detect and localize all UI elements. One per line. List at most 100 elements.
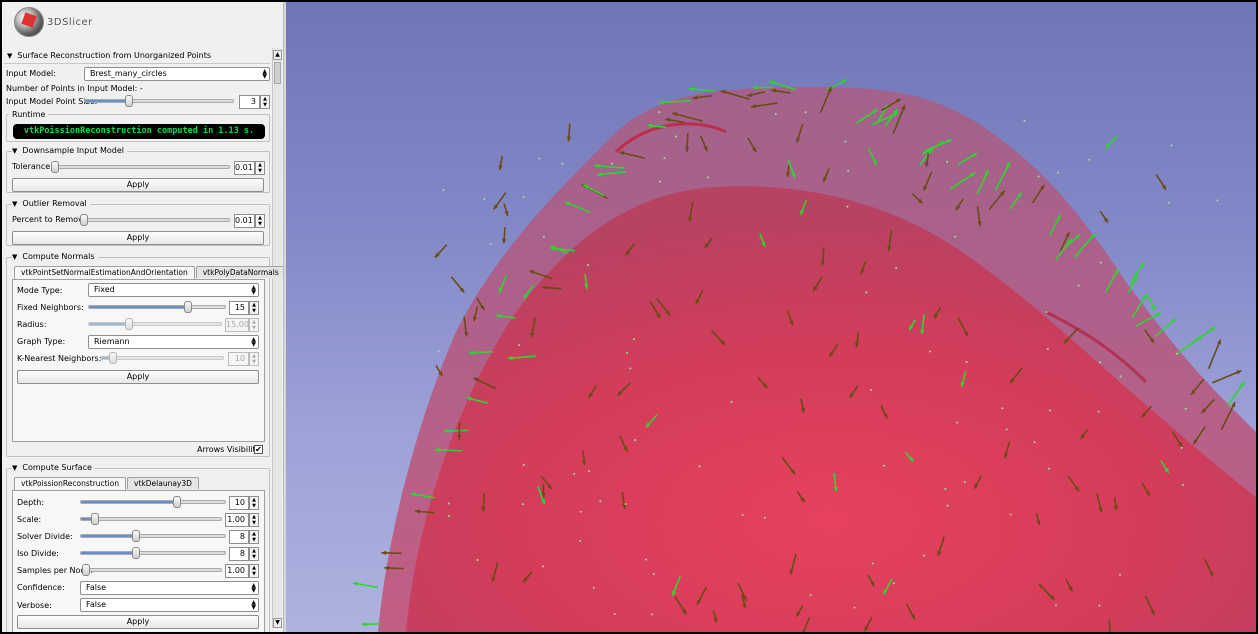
point-cloud-dot <box>741 513 744 516</box>
point-cloud-dot <box>542 235 545 238</box>
outlier-header[interactable]: ▼ Outlier Removal <box>12 199 90 208</box>
fixed-neighbors-label: Fixed Neighbors: <box>17 303 84 312</box>
num-points-label: Number of Points in Input Model: - <box>6 84 143 93</box>
runtime-display: vtkPoissionReconstruction computed in 1.… <box>13 124 265 139</box>
spin-arrows-icon[interactable]: ▲ ▼ <box>249 352 259 366</box>
3d-scene[interactable] <box>286 2 1256 632</box>
normals-apply-button[interactable]: Apply <box>17 370 259 384</box>
iso-divide-spinbox[interactable]: 8 <box>229 547 249 561</box>
input-model-value: Brest_many_circles <box>90 69 167 78</box>
tab-delaunay3d[interactable]: vtkDelaunay3D <box>127 477 199 489</box>
confidence-combobox[interactable]: False ▲ ▼ <box>80 581 259 595</box>
point-cloud-dot <box>634 438 637 441</box>
scroll-down-arrow-icon[interactable]: ▼ <box>273 618 282 628</box>
spin-arrows-icon[interactable]: ▲ ▼ <box>249 564 259 578</box>
spin-arrows-icon[interactable]: ▲ ▼ <box>260 95 270 109</box>
knn-spinbox[interactable]: 10 <box>228 352 249 366</box>
slider-handle[interactable] <box>173 496 182 508</box>
solver-divide-slider[interactable] <box>80 530 226 542</box>
knn-slider[interactable] <box>100 352 224 364</box>
normal-arrow <box>1211 369 1242 384</box>
point-cloud-dot <box>1098 604 1101 607</box>
slider-handle[interactable] <box>131 547 140 559</box>
downsample-title: Downsample Input Model <box>22 146 124 155</box>
point-cloud-dot <box>809 594 812 597</box>
spin-arrows-icon[interactable]: ▲ ▼ <box>249 547 259 561</box>
point-cloud-dot <box>1045 310 1048 313</box>
spin-arrows-icon[interactable]: ▲ ▼ <box>249 496 259 510</box>
slider-handle[interactable] <box>50 161 59 173</box>
vertical-scrollbar[interactable]: ▲ ▼ <box>272 48 282 628</box>
percent-remove-spinbox[interactable]: 0.01 <box>234 214 255 228</box>
point-cloud-dot <box>804 111 807 114</box>
slider-handle[interactable] <box>124 318 133 330</box>
graph-type-value: Riemann <box>94 337 130 346</box>
tab-poly-data-normals[interactable]: vtkPolyDataNormals <box>195 266 283 278</box>
module-scroll-area[interactable]: ▲ ▼ ▼ Surface Reconstruction from Unorga… <box>2 48 283 632</box>
point-cloud-dot <box>869 388 872 391</box>
surface-header[interactable]: ▼ Compute Surface <box>12 463 95 472</box>
normals-header[interactable]: ▼ Compute Normals <box>12 252 98 261</box>
point-cloud-dot <box>1099 261 1102 264</box>
slider-handle[interactable] <box>81 564 90 576</box>
downsample-header[interactable]: ▼ Downsample Input Model <box>12 146 127 155</box>
module-collapsible-header[interactable]: ▼ Surface Reconstruction from Unorganize… <box>7 51 211 60</box>
slider-handle[interactable] <box>184 301 193 313</box>
iso-divide-slider[interactable] <box>80 547 226 559</box>
scale-slider[interactable] <box>80 513 222 525</box>
solver-divide-label: Solver Divide: <box>17 532 73 541</box>
tolerance-slider[interactable] <box>50 161 230 173</box>
depth-slider[interactable] <box>80 496 226 508</box>
samples-per-node-spinbox[interactable]: 1.00 <box>225 564 249 578</box>
module-panel: 3DSlicer ▲ ▼ ▼ Surface Reconstruction fr… <box>2 2 284 632</box>
collapse-triangle-icon: ▼ <box>12 463 18 472</box>
radius-slider[interactable] <box>88 318 222 330</box>
normal-arrow-head <box>768 80 774 85</box>
slider-handle[interactable] <box>80 214 89 226</box>
spin-arrows-icon[interactable]: ▲ ▼ <box>249 530 259 544</box>
point-cloud-dot <box>956 421 959 424</box>
point-size-spinbox[interactable]: 3 <box>239 95 260 109</box>
percent-remove-slider[interactable] <box>80 214 230 226</box>
mode-type-combobox[interactable]: Fixed ▲ ▼ <box>88 283 259 297</box>
spin-arrows-icon[interactable]: ▲ ▼ <box>255 214 265 228</box>
slider-handle[interactable] <box>91 513 99 525</box>
depth-spinbox[interactable]: 10 <box>229 496 249 510</box>
point-cloud-dot <box>476 559 479 562</box>
point-size-slider[interactable] <box>84 95 234 107</box>
spin-arrows-icon[interactable]: ▲ ▼ <box>249 318 259 332</box>
collapse-triangle-icon: ▼ <box>12 199 18 208</box>
point-cloud-dot <box>1170 144 1173 147</box>
outlier-apply-button[interactable]: Apply <box>12 231 264 245</box>
point-cloud-dot <box>1001 407 1004 410</box>
surface-apply-button[interactable]: Apply <box>17 615 259 629</box>
input-model-combobox[interactable]: Brest_many_circles ▲ ▼ <box>84 67 270 81</box>
tab-poisson-reconstruction[interactable]: vtkPoissionReconstruction <box>14 477 127 490</box>
spin-arrows-icon[interactable]: ▲ ▼ <box>255 161 265 175</box>
point-cloud-dot <box>538 157 541 160</box>
radius-spinbox[interactable]: 15.00 <box>225 318 249 332</box>
tab-point-set-normal-estimation[interactable]: vtkPointSetNormalEstimationAndOrientatio… <box>14 266 195 279</box>
slider-handle[interactable] <box>125 95 134 107</box>
solver-divide-spinbox[interactable]: 8 <box>229 530 249 544</box>
fixed-neighbors-spinbox[interactable]: 15 <box>229 301 249 315</box>
slider-handle[interactable] <box>109 352 118 364</box>
verbose-combobox[interactable]: False ▲ ▼ <box>80 598 259 612</box>
scale-spinbox[interactable]: 1.00 <box>225 513 249 527</box>
downsample-apply-button[interactable]: Apply <box>12 178 264 192</box>
scrollbar-thumb[interactable] <box>274 62 281 84</box>
scroll-up-arrow-icon[interactable]: ▲ <box>273 50 282 60</box>
graph-type-combobox[interactable]: Riemann ▲ ▼ <box>88 335 259 349</box>
arrows-visibility-checkbox[interactable]: ✔ <box>254 445 263 454</box>
slider-handle[interactable] <box>131 530 140 542</box>
3d-view[interactable] <box>286 2 1256 632</box>
point-cloud-dot <box>963 480 966 483</box>
samples-per-node-slider[interactable] <box>81 564 222 576</box>
point-cloud-dot <box>522 463 525 466</box>
spin-arrows-icon[interactable]: ▲ ▼ <box>249 301 259 315</box>
spin-arrows-icon[interactable]: ▲ ▼ <box>249 513 259 527</box>
normal-arrow-head <box>501 238 507 244</box>
fixed-neighbors-slider[interactable] <box>88 301 226 313</box>
tolerance-spinbox[interactable]: 0.01 <box>234 161 255 175</box>
runtime-group-title: Runtime <box>9 110 49 119</box>
